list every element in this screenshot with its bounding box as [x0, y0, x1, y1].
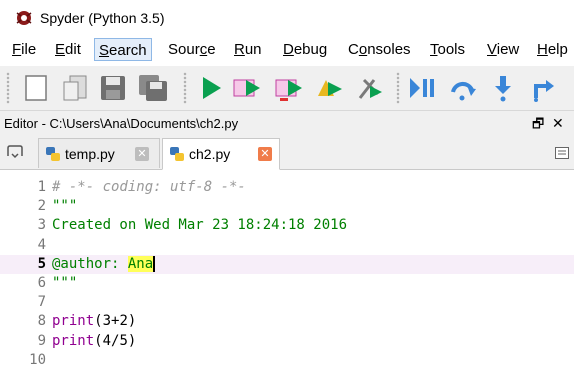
main-toolbar	[0, 66, 574, 110]
line-number: 8	[37, 313, 46, 330]
editor-tab-bar: temp.py ✕ ch2.py ✕	[0, 136, 574, 170]
editor-pane-header: Editor - C:\Users\Ana\Documents\ch2.py 🗗…	[0, 110, 574, 137]
text-cursor	[153, 255, 155, 272]
save-all-icon[interactable]	[136, 72, 170, 104]
tab-ch2-py[interactable]: ch2.py ✕	[162, 138, 280, 170]
menu-consoles[interactable]: Consoles	[348, 38, 411, 62]
python-file-icon	[170, 147, 184, 161]
code-text: print(3+2)	[52, 312, 136, 331]
debug-icon[interactable]	[406, 72, 440, 104]
open-file-icon[interactable]	[58, 72, 92, 104]
python-file-icon	[46, 147, 60, 161]
menu-run[interactable]: Run	[234, 38, 262, 62]
code-line[interactable]: 7	[0, 293, 574, 312]
run-cell-advance-icon[interactable]	[272, 72, 306, 104]
run-selection-icon[interactable]	[312, 72, 346, 104]
options-menu-icon[interactable]	[555, 147, 569, 159]
step-into-icon[interactable]	[486, 72, 520, 104]
menu-debug[interactable]: Debug	[283, 38, 327, 62]
code-line[interactable]: 9 print(4/5)	[0, 332, 574, 351]
tab-temp-py[interactable]: temp.py ✕	[38, 138, 160, 168]
menu-file[interactable]: File	[12, 38, 36, 62]
run-config-icon[interactable]	[352, 72, 386, 104]
menu-tools[interactable]: Tools	[430, 38, 465, 62]
new-file-icon[interactable]	[18, 72, 52, 104]
editor-file-path: Editor - C:\Users\Ana\Documents\ch2.py	[4, 116, 239, 131]
code-token: """	[52, 275, 78, 291]
spyder-app-icon	[16, 11, 32, 25]
line-number: 2	[37, 198, 46, 215]
line-number: 7	[37, 294, 46, 311]
toolbar-grip[interactable]	[6, 72, 10, 104]
line-number: 1	[37, 179, 46, 195]
code-token: @author:	[52, 255, 128, 272]
code-editor[interactable]: 1 # -*- coding: utf-8 -*- 2 """ 3 Created on …	[0, 170, 574, 371]
code-text: """	[52, 274, 77, 293]
line-number: 3	[37, 217, 46, 234]
close-pane-icon[interactable]: ✕	[552, 115, 564, 132]
code-token: """	[52, 198, 78, 215]
window-title: Spyder (Python 3.5)	[40, 10, 165, 26]
code-line[interactable]: 6 """	[0, 274, 574, 293]
undock-icon[interactable]: 🗗	[532, 115, 544, 137]
browse-tabs-icon[interactable]	[6, 144, 24, 160]
menu-source[interactable]: Source	[168, 38, 216, 62]
run-icon[interactable]	[194, 72, 228, 104]
code-line[interactable]: 2 """	[0, 197, 574, 216]
code-token: Created on Wed Mar 23 18:24:18 2016	[52, 217, 348, 234]
line-number: 10	[29, 351, 46, 368]
code-token: (4/5)	[94, 332, 137, 349]
code-text: # -*- coding: utf-8 -*-	[52, 178, 246, 197]
step-icon[interactable]	[446, 72, 480, 104]
toolbar-grip[interactable]	[396, 72, 400, 104]
code-token: # -*- coding: utf-8 -*-	[52, 179, 246, 195]
line-number: 6	[37, 275, 46, 291]
menu-search[interactable]: Search	[94, 38, 152, 61]
menu-help[interactable]: Help	[537, 38, 568, 62]
code-token: Ana	[127, 255, 154, 272]
code-line[interactable]: 5 @author: Ana	[0, 254, 574, 274]
title-bar: Spyder (Python 3.5)	[0, 0, 574, 38]
line-number: 4	[37, 236, 46, 253]
code-text: Created on Wed Mar 23 18:24:18 2016	[52, 216, 347, 235]
menu-bar: File Edit Search Source Run Debug Consol…	[0, 38, 574, 64]
code-line[interactable]: 3 Created on Wed Mar 23 18:24:18 2016	[0, 216, 574, 235]
code-line[interactable]: 4	[0, 236, 574, 255]
code-token: (3+2)	[94, 313, 137, 330]
code-token: print	[52, 313, 95, 330]
code-text: print(4/5)	[52, 332, 136, 351]
menu-view[interactable]: View	[487, 38, 519, 62]
code-line[interactable]: 1 # -*- coding: utf-8 -*-	[0, 178, 574, 197]
code-line[interactable]: 10	[0, 351, 574, 370]
close-tab-icon[interactable]: ✕	[135, 147, 149, 161]
code-text: @author: Ana	[52, 255, 155, 274]
step-return-icon[interactable]	[526, 72, 560, 104]
menu-edit[interactable]: Edit	[55, 38, 81, 62]
run-cell-icon[interactable]	[230, 72, 264, 104]
code-text: """	[52, 197, 77, 216]
line-number: 5	[37, 255, 46, 272]
toolbar-grip[interactable]	[183, 72, 187, 104]
code-line[interactable]: 8 print(3+2)	[0, 312, 574, 331]
close-tab-icon[interactable]: ✕	[258, 147, 272, 161]
code-token: print	[52, 332, 95, 349]
line-number: 9	[37, 332, 46, 349]
save-icon[interactable]	[96, 72, 130, 104]
